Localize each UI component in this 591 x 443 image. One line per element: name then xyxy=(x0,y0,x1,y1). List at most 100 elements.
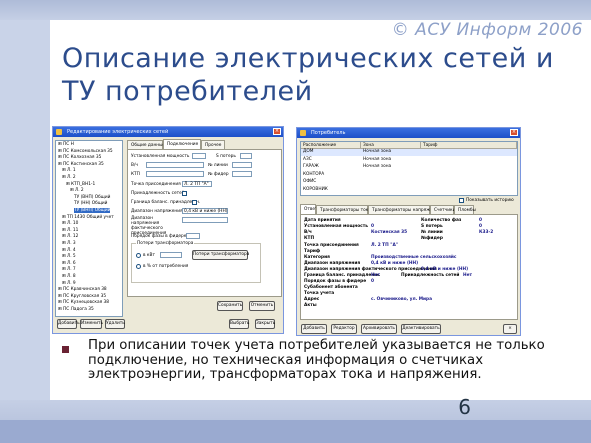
save-button[interactable]: Сохранить xyxy=(217,301,243,311)
tree-item[interactable]: ⊞ ПС Ладога 35 xyxy=(58,307,94,312)
close-icon[interactable]: × xyxy=(273,128,281,135)
tree-item[interactable]: ⊞ Л. 2 xyxy=(70,188,84,193)
edit-button[interactable]: Изменить xyxy=(80,319,103,329)
table-row[interactable]: ОФИС xyxy=(301,179,517,186)
feeder-input[interactable] xyxy=(232,171,252,177)
tree-item[interactable]: ⊞ Л. 4 xyxy=(62,248,76,253)
table-row[interactable]: КОРОВНИК xyxy=(301,187,517,194)
tab-answer[interactable]: Ответ xyxy=(300,204,318,214)
tree-item[interactable]: ⊞ ПС Костинская 35 xyxy=(58,162,104,167)
voltage-range-label: Диапазон напряжения xyxy=(304,261,361,266)
table-row[interactable]: АЗС Ночная зона xyxy=(301,157,517,164)
grid-header-zone[interactable]: Зона xyxy=(361,142,421,149)
show-history-label: Показывать историю xyxy=(466,198,514,203)
network-affiliation-checkbox[interactable] xyxy=(182,191,187,196)
choose-button[interactable]: Выбрать xyxy=(229,319,249,329)
deactivate-button[interactable]: Деактивировать xyxy=(401,324,441,334)
tab-other[interactable]: Прочее xyxy=(201,140,225,149)
connection-point-input[interactable]: Л. 2 ТП "А" xyxy=(182,181,212,187)
phase-order-label: Порядок фазы в фидере xyxy=(304,279,367,284)
tree-item[interactable]: ⊞ Л. 8 xyxy=(62,274,76,279)
close-icon[interactable]: × xyxy=(510,129,518,136)
tree-item[interactable]: ⊞ ПС Кравчинская 38 xyxy=(58,287,107,292)
s-loss-input[interactable] xyxy=(240,153,252,159)
connection-point-value: Л. 2 ТП "А" xyxy=(371,243,399,248)
add-button[interactable]: Добавить xyxy=(301,324,327,334)
category-value: Производственные сельскохозяйс xyxy=(371,255,457,260)
bullet-marker xyxy=(62,346,69,353)
ktp-input[interactable] xyxy=(146,171,204,177)
tree-item[interactable]: ⊞ ПС Кругловская 35 xyxy=(58,294,106,299)
loss-consumer-radio[interactable] xyxy=(136,264,141,269)
tree-item[interactable]: ⊞ Л. 2 xyxy=(62,175,76,180)
tab-voltage-transformers[interactable]: Трансформаторы напряжения xyxy=(368,205,441,214)
tab-meters[interactable]: Счетчики xyxy=(430,205,455,214)
tree-item[interactable]: ⊞ Л. 6 xyxy=(62,261,76,266)
tree-item[interactable]: ТУ (ВНП) Общий xyxy=(74,208,111,213)
loss-kvt-input[interactable] xyxy=(160,252,182,258)
cell-zone: Ночная зона xyxy=(363,156,392,162)
tab-general[interactable]: Общие данные xyxy=(127,140,165,149)
editor-button[interactable]: Редактор xyxy=(331,324,357,334)
location-grid[interactable]: Расположение Зона Тариф ДОМ Ночная зона АЗ… xyxy=(300,141,518,196)
loss-kvt-radio[interactable] xyxy=(136,253,141,258)
line-number-input[interactable] xyxy=(232,162,252,168)
installed-power-label: Установленная мощность xyxy=(131,154,190,159)
tree-item[interactable]: ⊞ Л. 12 xyxy=(62,234,78,239)
slide-number: 6 xyxy=(458,395,471,419)
close-button[interactable]: Закрыть xyxy=(255,319,275,329)
tree-item[interactable]: ⊞ КТП_ВН1-1 xyxy=(66,182,95,187)
balance-border-checkbox[interactable] xyxy=(192,200,197,205)
address-value: с. Овчиниково, ул. Мира xyxy=(371,297,432,302)
network-tree[interactable]: ⊞ ПС Н ⊞ ПС Комсомольская 35 ⊞ ПС Колхозна… xyxy=(55,140,123,317)
tree-item[interactable]: ⊞ Л. 9 xyxy=(62,281,76,286)
feeder-label: №фидер xyxy=(421,236,443,241)
tree-item[interactable]: ⊞ Л. 7 xyxy=(62,267,76,272)
loss-kvt-label: в кВт xyxy=(143,253,155,258)
tree-item[interactable]: ТУ (НН) Общий xyxy=(74,201,107,206)
tree-item[interactable]: ⊞ Л. 5 xyxy=(62,254,76,259)
consumer-titlebar: Потребитель × xyxy=(297,128,520,138)
cell-location: ОФИС xyxy=(303,179,317,185)
s-loss-value: 0 xyxy=(479,224,482,229)
subscriber-label: Субабонент абонента xyxy=(304,285,358,290)
tree-item[interactable]: ⊞ Л. 11 xyxy=(62,228,78,233)
order-in-feeder-input[interactable] xyxy=(186,233,200,239)
tree-item[interactable]: ⊞ ПС Кузнецовская 38 xyxy=(58,300,109,305)
installed-power-input[interactable] xyxy=(192,153,206,159)
tab-seals[interactable]: Пломбы xyxy=(454,205,476,214)
tree-item[interactable]: ТУ (ВНП) Общий xyxy=(74,195,110,200)
tab-current-transformers[interactable]: Трансформаторы тока xyxy=(316,205,371,214)
grid-header-tariff[interactable]: Тариф xyxy=(421,142,517,149)
transformer-losses-button[interactable]: Потери трансформатора xyxy=(192,250,249,260)
archive-button[interactable]: Архивировать xyxy=(361,324,397,334)
tree-item[interactable]: ⊞ ТП 1430 Общий учет xyxy=(62,215,114,220)
table-row[interactable]: ГАРАЖ Ночная зона xyxy=(301,164,517,171)
tree-item[interactable]: ⊞ ПС Н xyxy=(58,142,74,147)
tree-item[interactable]: ⊞ Л. 10 xyxy=(62,221,78,226)
show-history-checkbox[interactable] xyxy=(459,198,464,203)
table-row[interactable]: КОНТОРА xyxy=(301,172,517,179)
tariff-label: Тариф xyxy=(304,249,321,254)
tree-item[interactable]: ⊞ ПС Колхозная 35 xyxy=(58,155,101,160)
transformer-losses-group-label: Потери трансформатора xyxy=(136,241,195,246)
accept-date-label: Дата принятия xyxy=(304,218,341,223)
pu-input[interactable] xyxy=(146,162,204,168)
brand-caption: © АСУ Информ 2006 xyxy=(391,20,583,40)
tab-connection[interactable]: Подключение xyxy=(163,139,201,149)
factual-voltage-select[interactable] xyxy=(182,217,228,223)
network-affiliation-value: Нет xyxy=(463,273,473,278)
delete-button[interactable]: Удалить xyxy=(105,319,125,329)
close-button[interactable]: × xyxy=(503,324,517,334)
installed-power-label: Установленная мощность xyxy=(304,224,368,229)
tree-item[interactable]: ⊞ Л. 3 xyxy=(62,241,76,246)
tree-item[interactable]: ⊞ Л. 1 xyxy=(62,168,76,173)
tree-item[interactable]: ⊞ ПС Комсомольская 35 xyxy=(58,149,113,154)
phases-count-value: 0 xyxy=(479,218,482,223)
cancel-button[interactable]: Отменить xyxy=(249,301,275,311)
grid-header-location[interactable]: Расположение xyxy=(301,142,361,149)
pu-label: В/ч xyxy=(131,163,138,168)
add-button[interactable]: Добавить xyxy=(57,319,80,329)
table-row[interactable]: ДОМ Ночная зона xyxy=(301,149,517,156)
voltage-range-select[interactable]: 0,4 кВ и ниже (НН) xyxy=(182,208,228,214)
